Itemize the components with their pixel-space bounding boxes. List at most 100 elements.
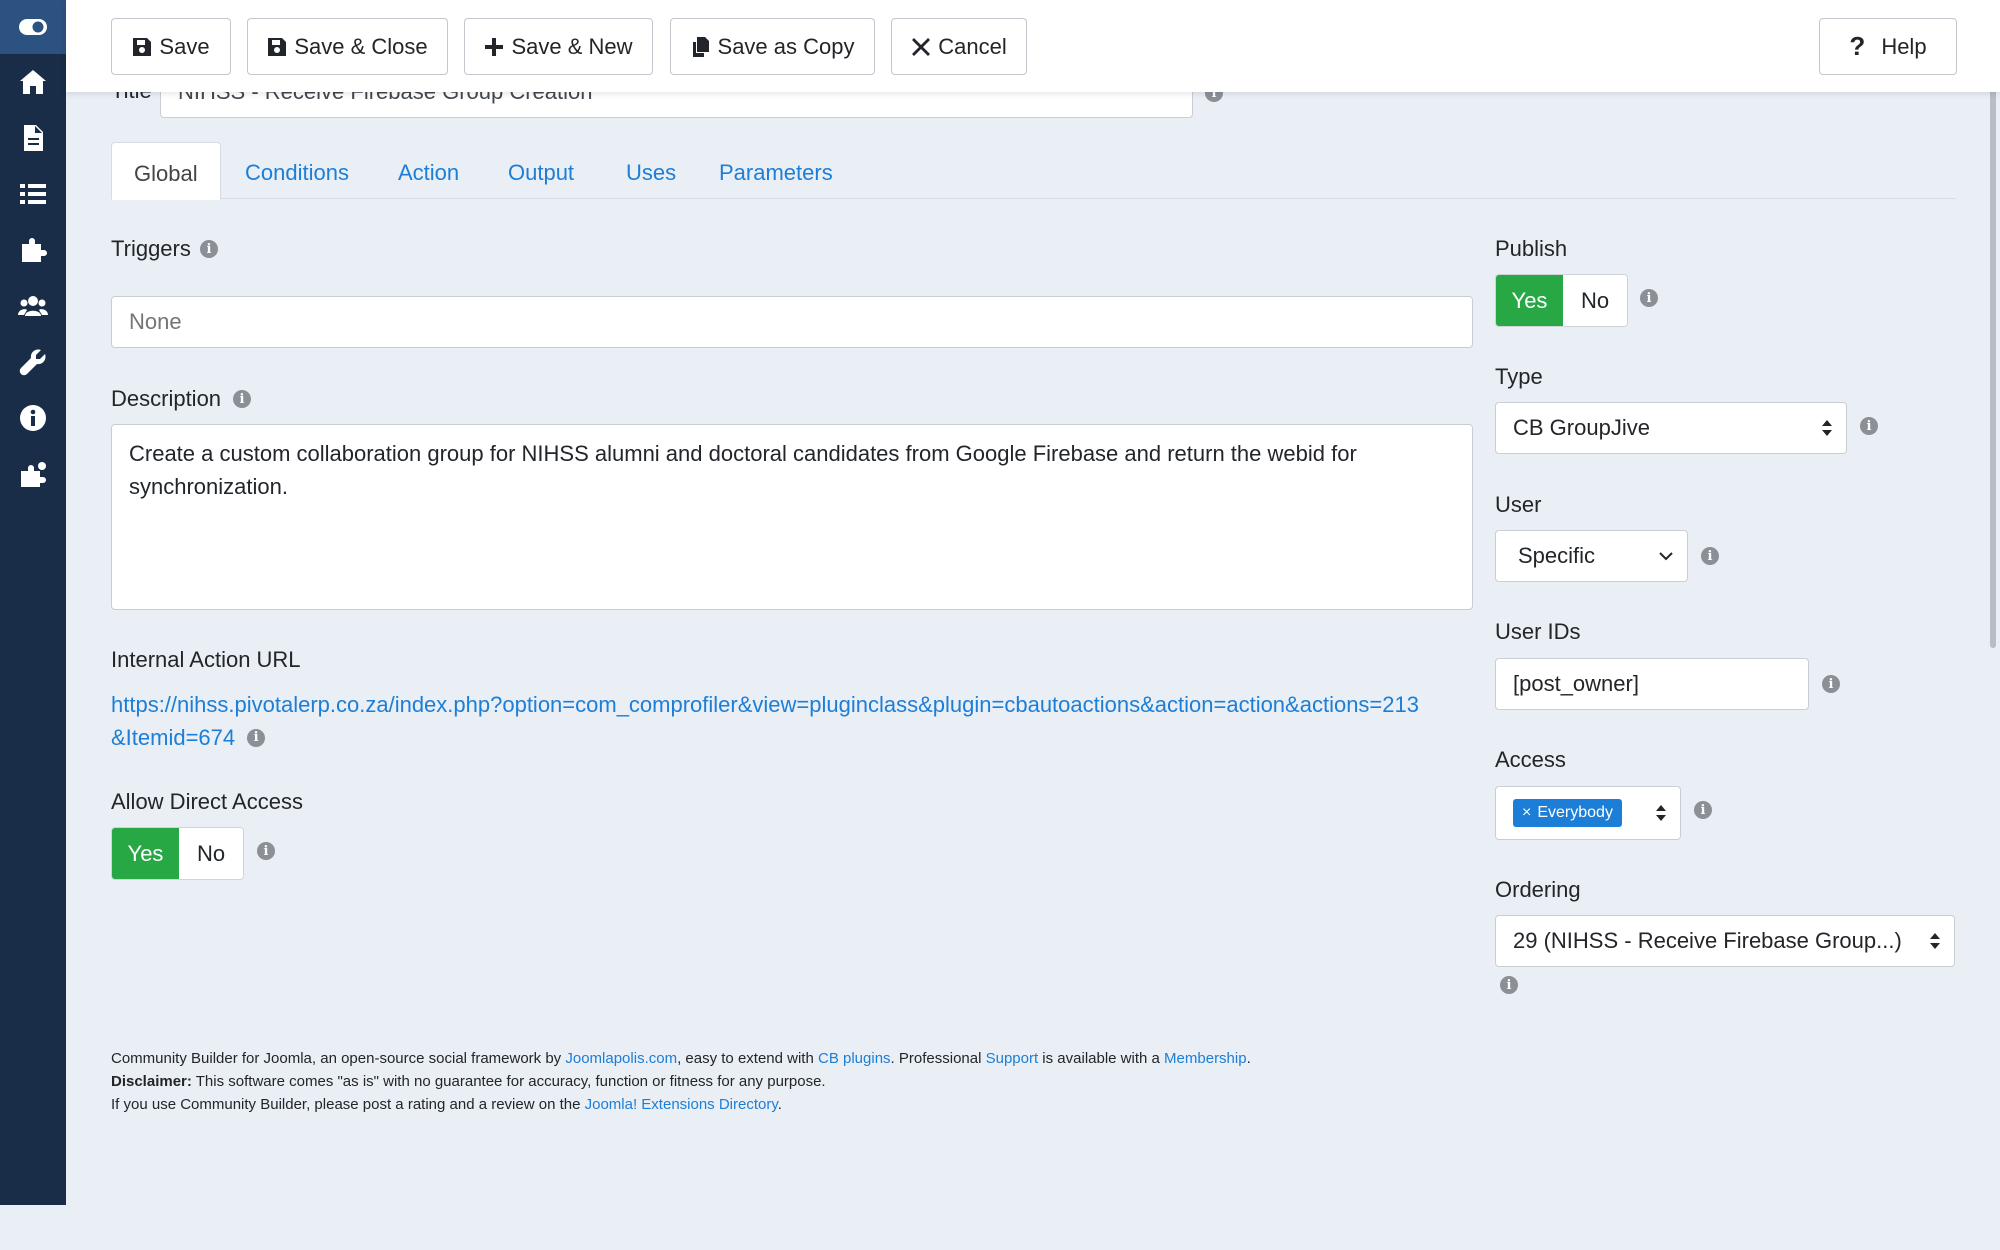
triggers-input[interactable] (111, 296, 1473, 348)
ordering-select[interactable]: 29 (NIHSS - Receive Firebase Group...) (1495, 915, 1955, 967)
description-info-icon: i (233, 390, 251, 408)
tab-bar: Global Conditions Action Output Uses Par… (111, 142, 1956, 200)
internal-url-info-icon: i (247, 728, 266, 747)
ordering-label: Ordering (1495, 877, 1581, 902)
file-icon (24, 125, 43, 151)
copy-icon (692, 36, 709, 57)
access-tag-label: Everybody (1537, 804, 1613, 821)
list-icon (20, 184, 46, 204)
direct-access-label: Allow Direct Access (111, 789, 303, 814)
triggers-info-icon: i (200, 240, 218, 258)
tab-output[interactable]: Output (508, 142, 574, 199)
access-select[interactable]: × Everybody (1495, 786, 1681, 840)
internal-url-label: Internal Action URL (111, 647, 301, 672)
save-copy-button[interactable]: Save as Copy (670, 18, 875, 75)
save-close-button[interactable]: Save & Close (247, 18, 448, 75)
direct-access-info-icon: i (257, 842, 275, 860)
publish-no[interactable]: No (1563, 275, 1627, 326)
type-value: CB GroupJive (1513, 415, 1650, 440)
cb-plugins-link[interactable]: CB plugins (818, 1050, 891, 1067)
publish-yes[interactable]: Yes (1496, 275, 1563, 326)
sidebar-toggle[interactable] (0, 0, 66, 54)
info-circle-icon (20, 405, 46, 431)
toggle-icon (19, 19, 47, 35)
sidebar-item-components[interactable] (0, 222, 66, 278)
support-link[interactable]: Support (986, 1050, 1039, 1067)
direct-access-toggle: Yes No (111, 827, 244, 880)
save-copy-button-label: Save as Copy (717, 33, 855, 59)
tag-remove-icon[interactable]: × (1522, 804, 1531, 822)
type-info-icon: i (1860, 417, 1878, 435)
cancel-button[interactable]: Cancel (891, 18, 1027, 75)
user-ids-input[interactable] (1495, 658, 1809, 710)
membership-link[interactable]: Membership (1164, 1050, 1247, 1067)
sidebar-item-system[interactable] (0, 334, 66, 390)
direct-access-no[interactable]: No (179, 828, 243, 879)
type-select[interactable]: CB GroupJive (1495, 402, 1847, 454)
footer: Community Builder for Joomla, an open-so… (111, 1047, 1251, 1116)
select-arrows-icon (1930, 932, 1940, 950)
footer-line-1: Community Builder for Joomla, an open-so… (111, 1050, 1251, 1067)
publish-label: Publish (1495, 236, 1568, 261)
description-textarea[interactable]: Create a custom collaboration group for … (111, 424, 1473, 610)
jed-link[interactable]: Joomla! Extensions Directory (585, 1096, 778, 1113)
cancel-button-label: Cancel (938, 33, 1007, 59)
sidebar-item-home[interactable] (0, 54, 66, 110)
sidebar-item-info[interactable] (0, 390, 66, 446)
chevron-down-icon (1659, 552, 1673, 561)
save-close-button-label: Save & Close (294, 33, 428, 59)
save-new-button-label: Save & New (511, 33, 633, 59)
sidebar-item-extensions[interactable] (0, 446, 66, 502)
floppy-disk-icon (268, 37, 287, 56)
type-label: Type (1495, 364, 1543, 389)
help-button[interactable]: ? Help (1819, 18, 1957, 75)
internal-url-line1: https://nihss.pivotalerp.co.za/index.php… (111, 692, 1419, 717)
access-info-icon: i (1694, 801, 1712, 819)
ordering-info-icon: i (1500, 976, 1518, 994)
footer-line-2: Disclaimer: This software comes "as is" … (111, 1073, 826, 1090)
question-icon: ? (1849, 31, 1866, 61)
tab-conditions[interactable]: Conditions (245, 142, 349, 199)
direct-access-yes[interactable]: Yes (112, 828, 179, 879)
user-info-icon: i (1701, 547, 1719, 565)
users-icon (18, 296, 48, 316)
user-ids-info-icon: i (1822, 675, 1840, 693)
select-arrows-icon (1822, 419, 1832, 437)
sidebar-item-articles[interactable] (0, 110, 66, 166)
internal-url-link[interactable]: https://nihss.pivotalerp.co.za/index.php… (111, 688, 1511, 754)
page-scrollbar[interactable] (1986, 66, 2000, 1206)
user-label: User (1495, 492, 1542, 517)
ordering-value: 29 (NIHSS - Receive Firebase Group...) (1513, 928, 1902, 953)
access-tag[interactable]: × Everybody (1513, 799, 1622, 827)
toolbar: Save Save & Close Save & New Save as Cop… (66, 0, 2000, 92)
tab-uses[interactable]: Uses (626, 142, 676, 199)
tab-global[interactable]: Global (111, 142, 221, 200)
sidebar (0, 0, 66, 1205)
publish-info-icon: i (1640, 289, 1658, 307)
footer-line-3: If you use Community Builder, please pos… (111, 1096, 782, 1113)
scrollbar-thumb[interactable] (1990, 72, 1996, 648)
sidebar-item-menus[interactable] (0, 166, 66, 222)
triggers-label: Triggers (111, 236, 191, 261)
home-icon (20, 70, 46, 94)
internal-url-line2: &Itemid=674 i (111, 721, 1511, 754)
user-ids-label: User IDs (1495, 619, 1581, 644)
tab-parameters[interactable]: Parameters (719, 142, 833, 199)
publish-toggle: Yes No (1495, 274, 1628, 327)
wrench-icon (19, 349, 46, 376)
access-label: Access (1495, 747, 1566, 772)
puzzle-piece-icon (21, 462, 46, 487)
floppy-disk-icon (133, 37, 152, 56)
description-label: Description (111, 386, 222, 411)
sidebar-item-users[interactable] (0, 278, 66, 334)
user-select[interactable]: Specific (1495, 530, 1688, 582)
plus-icon (485, 37, 504, 56)
help-button-label: Help (1881, 33, 1927, 59)
save-new-button[interactable]: Save & New (464, 18, 653, 75)
tab-action[interactable]: Action (398, 142, 459, 199)
puzzle-icon (22, 238, 47, 262)
user-value: Specific (1518, 543, 1596, 568)
save-button-label: Save (159, 33, 210, 59)
save-button[interactable]: Save (111, 18, 231, 75)
joomlapolis-link[interactable]: Joomlapolis.com (565, 1050, 677, 1067)
